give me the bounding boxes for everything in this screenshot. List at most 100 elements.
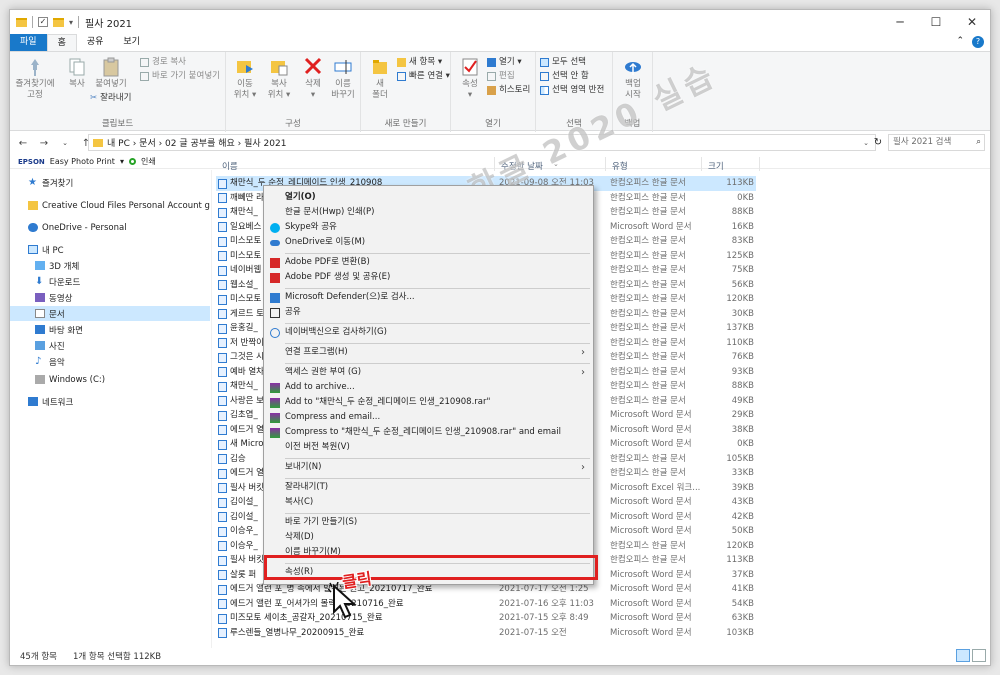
nav-item-videos[interactable]: 동영상 xyxy=(10,290,210,305)
pin-to-quick-access-button[interactable]: 즐겨찾기에 고정 xyxy=(12,55,58,101)
menu-item-pdf-share[interactable]: Adobe PDF 생성 및 공유(E) xyxy=(264,270,593,285)
nav-item-this-pc[interactable]: 내 PC xyxy=(10,242,210,257)
large-icons-view-icon[interactable] xyxy=(972,649,986,662)
nav-item-pictures[interactable]: 사진 xyxy=(10,338,210,353)
close-icon[interactable]: ✕ xyxy=(954,10,990,34)
menu-item-copy[interactable]: 복사(C) xyxy=(264,495,593,510)
new-item-button[interactable]: 새 항목 ▾ xyxy=(397,56,442,69)
menu-item-naver[interactable]: 네이버백신으로 검사하기(G) xyxy=(264,325,593,340)
menu-item-access[interactable]: 액세스 권한 부여 (G) › xyxy=(264,365,593,380)
refresh-icon[interactable]: ↻ xyxy=(870,134,886,151)
table-row[interactable]: 미즈모토 세이초_공갈자_20210715_완료 2021-07-15 오후 8:… xyxy=(216,611,756,626)
paste-button[interactable]: 붙여넣기 xyxy=(94,55,128,90)
status-bar: 45개 항목 1개 항목 선택함 112KB xyxy=(10,647,990,665)
address-bar[interactable]: 내 PC › 문서 › 02 글 공부를 해요 › 필사 2021 ⌄ xyxy=(88,134,876,151)
new-folder-icon[interactable] xyxy=(53,17,64,27)
invert-selection-button[interactable]: 선택 영역 반전 xyxy=(540,84,604,97)
menu-item-print[interactable]: 한글 문서(Hwp) 인쇄(P) xyxy=(264,205,593,220)
back-icon[interactable]: ← xyxy=(15,138,31,149)
hwp-file-icon xyxy=(218,236,227,247)
file-size: 39KB xyxy=(731,482,754,493)
minimize-icon[interactable]: ─ xyxy=(882,10,918,34)
nav-item-network[interactable]: 네트워크 xyxy=(10,394,210,409)
menu-item-compress-email[interactable]: Compress and email... xyxy=(264,410,593,425)
forward-icon[interactable]: → xyxy=(36,138,52,149)
easy-access-button[interactable]: 빠른 연결 ▾ xyxy=(397,70,450,83)
paste-shortcut-button[interactable]: 바로 가기 붙여넣기 xyxy=(140,70,220,83)
divider[interactable] xyxy=(701,157,702,171)
details-view-icon[interactable] xyxy=(956,649,970,662)
breadcrumb[interactable]: 내 PC › 문서 › 02 글 공부를 해요 › 필사 2021 xyxy=(107,136,286,149)
properties-button[interactable]: 속성 ▾ xyxy=(453,55,487,101)
copy-to-button[interactable]: 복사 위치 ▾ xyxy=(262,55,296,101)
menu-item-compress-rar-email[interactable]: Compress to "채만식_두 순정_레디메이드 인생_210908.ra… xyxy=(264,425,593,440)
nav-item-documents[interactable]: 문서 xyxy=(10,306,210,321)
copy-path-button[interactable]: 경로 복사 xyxy=(140,56,186,69)
menu-item-shortcut[interactable]: 바로 가기 만들기(S) xyxy=(264,515,593,530)
menu-item-archive[interactable]: Add to archive... xyxy=(264,380,593,395)
pin-icon xyxy=(26,57,44,77)
tab-home[interactable]: 홈 xyxy=(46,34,77,51)
tab-view[interactable]: 보기 xyxy=(113,34,150,51)
file-type: Microsoft Word 문서 xyxy=(610,511,692,522)
rename-button[interactable]: 이름 바꾸기 xyxy=(326,55,360,101)
new-folder-button[interactable]: 새 폴더 xyxy=(363,55,397,101)
menu-item-open-with[interactable]: 연결 프로그램(H) › xyxy=(264,345,593,360)
nav-item-downloads[interactable]: ⬇ 다운로드 xyxy=(10,274,210,289)
column-size[interactable]: 크기 xyxy=(708,160,724,172)
divider[interactable] xyxy=(494,157,495,171)
nav-item-onedrive[interactable]: OneDrive - Personal xyxy=(10,220,210,235)
menu-item-restore[interactable]: 이전 버전 복원(V) xyxy=(264,440,593,455)
table-row[interactable]: 루스렌들_열병나무_20200915_완료 2021-07-15 오전 Micro… xyxy=(216,626,756,641)
recent-locations-icon[interactable]: ⌄ xyxy=(57,139,73,147)
divider[interactable] xyxy=(605,157,606,171)
help-icon[interactable]: ? xyxy=(972,36,984,48)
column-name[interactable]: 이름 xyxy=(222,160,238,172)
nav-item-3d-objects[interactable]: 3D 개체 xyxy=(10,258,210,273)
move-to-button[interactable]: 이동 위치 ▾ xyxy=(228,55,262,101)
menu-item-onedrive[interactable]: OneDrive로 이동(M) xyxy=(264,235,593,250)
delete-button[interactable]: 삭제 ▾ xyxy=(296,55,330,101)
select-all-button[interactable]: 모두 선택 xyxy=(540,56,586,69)
print-button[interactable]: 인쇄 xyxy=(141,156,156,167)
tab-share[interactable]: 공유 xyxy=(77,34,114,51)
menu-item-defender[interactable]: Microsoft Defender(으)로 검사... xyxy=(264,290,593,305)
collapse-ribbon-icon[interactable]: ⌃ xyxy=(956,36,964,48)
menu-item-share[interactable]: 공유 xyxy=(264,305,593,320)
nav-item-desktop[interactable]: 바탕 화면 xyxy=(10,322,210,337)
group-backup: 백업 시작 백업 xyxy=(613,52,653,132)
table-row[interactable]: 에드거 앨런 포_어셔가의 몰락_20210716_완료 2021-07-16 오… xyxy=(216,597,756,612)
divider[interactable] xyxy=(759,157,760,171)
maximize-icon[interactable]: ☐ xyxy=(918,10,954,34)
menu-item-pdf-convert[interactable]: Adobe PDF로 변환(B) xyxy=(264,255,593,270)
nav-item-windows-c[interactable]: Windows (C:) xyxy=(10,372,210,387)
menu-item-skype[interactable]: Skype와 공유 xyxy=(264,220,593,235)
history-button[interactable]: 히스토리 xyxy=(487,84,530,97)
tab-file[interactable]: 파일 xyxy=(10,34,47,51)
nav-item-creative-cloud[interactable]: Creative Cloud Files Personal Account gi… xyxy=(10,198,210,213)
search-input[interactable]: 필사 2021 검색 ⌕ xyxy=(888,134,985,151)
customize-qat-icon[interactable]: ▾ xyxy=(69,18,73,27)
open-button[interactable]: 열기 ▾ xyxy=(487,56,522,69)
column-type[interactable]: 유형 xyxy=(612,160,628,172)
menu-item-cut[interactable]: 잘라내기(T) xyxy=(264,480,593,495)
file-size: 120KB xyxy=(726,294,754,304)
menu-item-send-to[interactable]: 보내기(N) › xyxy=(264,460,593,475)
nav-item-quick-access[interactable]: ★ 즐겨찾기 xyxy=(10,175,210,190)
edit-button[interactable]: 편집 xyxy=(487,70,515,83)
cut-button[interactable]: ✂ 잘라내기 xyxy=(90,92,131,105)
properties-icon[interactable]: ✓ xyxy=(38,17,48,27)
column-date[interactable]: 수정한 날짜 xyxy=(501,160,543,172)
nav-item-music[interactable]: ♪ 음악 xyxy=(10,354,210,369)
address-dropdown-icon[interactable]: ⌄ xyxy=(863,139,869,147)
select-none-button[interactable]: 선택 안 함 xyxy=(540,70,589,83)
nav-scrollbar[interactable] xyxy=(211,170,212,648)
menu-item-open[interactable]: 열기(O) xyxy=(264,190,593,205)
chevron-down-icon[interactable]: ▾ xyxy=(120,157,124,166)
file-size: 50KB xyxy=(731,526,754,536)
copy-button[interactable]: 복사 xyxy=(60,55,94,90)
menu-item-delete[interactable]: 삭제(D) xyxy=(264,530,593,545)
epson-app-button[interactable]: Easy Photo Print xyxy=(50,157,115,166)
backup-button[interactable]: 백업 시작 xyxy=(616,55,650,101)
menu-item-add-rar[interactable]: Add to "채만식_두 순정_레디메이드 인생_210908.rar" xyxy=(264,395,593,410)
